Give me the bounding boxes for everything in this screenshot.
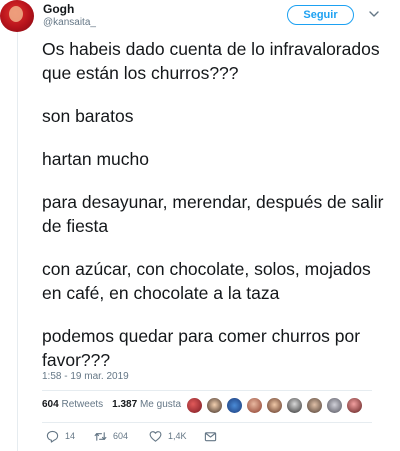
divider [42,422,372,423]
divider [42,390,372,391]
tweet-paragraph: son baratos [42,106,134,126]
reply-button[interactable]: 14 [46,428,75,444]
likes-label: Me gusta [139,399,182,410]
retweet-icon [94,431,107,441]
likes-stat[interactable]: 1.387 Me gusta [112,399,181,410]
liker-avatar[interactable] [266,397,283,414]
tweet-header: Gogh @kansaita_ Seguir [0,0,400,36]
liker-avatar[interactable] [246,397,263,414]
tweet-paragraph: con azúcar, con chocolate, solos, mojado… [42,259,371,303]
liker-avatar[interactable] [226,397,243,414]
retweet-button[interactable]: 604 [94,428,128,444]
retweets-count: 604 [42,399,59,410]
direct-message-button[interactable] [204,428,223,444]
liker-avatar[interactable] [206,397,223,414]
like-button[interactable]: 1,4K [149,428,187,444]
like-count: 1,4K [168,431,187,441]
liker-avatar[interactable] [326,397,343,414]
left-border [17,0,18,451]
reply-icon [46,430,59,443]
display-name[interactable]: Gogh [43,2,74,16]
tweet-stats: 604 Retweets 1.387 Me gusta [42,399,181,415]
liker-avatar[interactable] [186,397,203,414]
chevron-down-icon[interactable] [368,8,380,20]
retweets-stat[interactable]: 604 Retweets [42,399,103,410]
reply-count: 14 [65,431,76,441]
heart-icon [149,430,162,442]
follow-button[interactable]: Seguir [287,5,354,25]
likes-count: 1.387 [112,399,138,410]
user-handle[interactable]: @kansaita_ [43,17,96,28]
liker-avatar[interactable] [286,397,303,414]
liker-avatar[interactable] [306,397,323,414]
liker-avatar[interactable] [346,397,363,414]
avatar[interactable] [0,0,34,32]
tweet-text: Os habeis dado cuenta de lo infravalorad… [42,37,394,391]
message-icon [204,431,217,441]
tweet-paragraph: hartan mucho [42,149,150,169]
tweet-paragraph: para desayunar, merendar, después de sal… [42,192,384,236]
tweet-paragraph: Os habeis dado cuenta de lo infravalorad… [42,39,380,83]
tweet-paragraph: podemos quedar para comer churros por fa… [42,326,361,370]
retweets-label: Retweets [61,399,104,410]
tweet-timestamp[interactable]: 1:58 - 19 mar. 2019 [42,371,129,382]
retweet-count: 604 [113,431,129,441]
